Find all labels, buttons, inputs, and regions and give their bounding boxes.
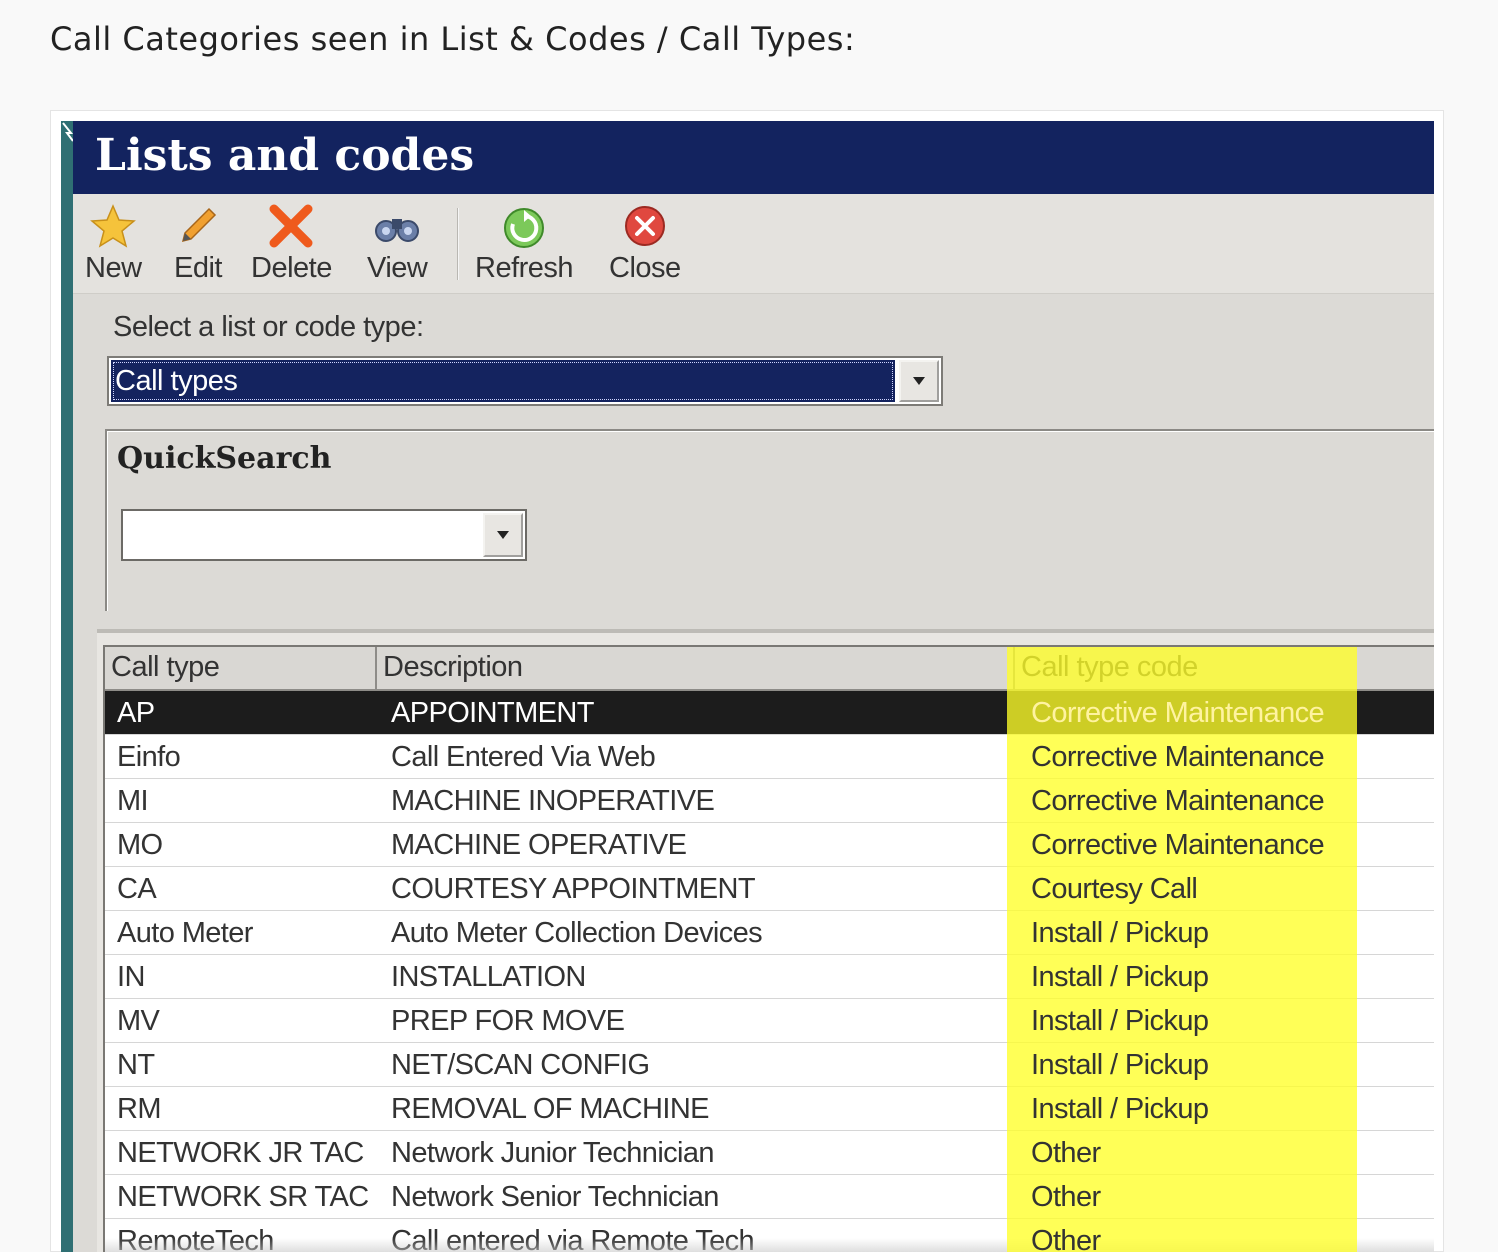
pencil-icon xyxy=(173,202,223,250)
new-button[interactable]: New xyxy=(85,202,142,288)
cell-call-type: NETWORK SR TAC xyxy=(117,1181,369,1213)
window-left-edge xyxy=(61,121,73,1252)
bottom-fade xyxy=(105,1238,1434,1252)
lists-and-codes-window: Lists and codes New Edit Delete View Ref… xyxy=(61,121,1434,1252)
cell-call-type-code: Other xyxy=(1031,1181,1101,1213)
table-row[interactable]: IN INSTALLATION Install / Pickup xyxy=(105,955,1434,999)
close-button[interactable]: Close xyxy=(609,202,681,288)
edit-button-label: Edit xyxy=(174,252,222,284)
refresh-button-label: Refresh xyxy=(475,252,574,284)
cell-call-type-code: Install / Pickup xyxy=(1031,1049,1209,1081)
cell-call-type-code: Corrective Maintenance xyxy=(1031,829,1325,861)
grid-header: Call type Description Call type code xyxy=(105,647,1434,691)
dropdown-arrow-button[interactable] xyxy=(899,360,939,402)
cell-call-type: NETWORK JR TAC xyxy=(117,1137,364,1169)
select-list-label: Select a list or code type: xyxy=(113,311,424,343)
table-row[interactable]: NT NET/SCAN CONFIG Install / Pickup xyxy=(105,1043,1434,1087)
cell-description: PREP FOR MOVE xyxy=(391,1005,625,1037)
cell-call-type: MV xyxy=(117,1005,160,1037)
table-row[interactable]: MI MACHINE INOPERATIVE Corrective Maintena… xyxy=(105,779,1434,823)
table-row[interactable]: Auto Meter Auto Meter Collection Devices I… xyxy=(105,911,1434,955)
cell-call-type: AP xyxy=(117,697,155,729)
chevron-down-icon xyxy=(913,377,925,385)
delete-button-label: Delete xyxy=(251,252,332,284)
cell-call-type: NT xyxy=(117,1049,155,1081)
table-row[interactable]: MV PREP FOR MOVE Install / Pickup xyxy=(105,999,1434,1043)
cell-call-type-code: Install / Pickup xyxy=(1031,961,1209,993)
list-type-value: Call types xyxy=(111,360,895,402)
cell-call-type-code: Other xyxy=(1031,1137,1101,1169)
cell-call-type: CA xyxy=(117,873,157,905)
table-row[interactable]: NETWORK SR TAC Network Senior Technician O… xyxy=(105,1175,1434,1219)
cell-description: MACHINE INOPERATIVE xyxy=(391,785,715,817)
grid-rows: AP APPOINTMENT Corrective Maintenance Einfo… xyxy=(105,691,1434,1252)
quicksearch-dropdown-button[interactable] xyxy=(483,513,523,557)
table-row[interactable]: NETWORK JR TAC Network Junior Technician O… xyxy=(105,1131,1434,1175)
quicksearch-panel: QuickSearch xyxy=(105,429,1434,611)
table-row[interactable]: MO MACHINE OPERATIVE Corrective Maintenanc… xyxy=(105,823,1434,867)
cell-description: NET/SCAN CONFIG xyxy=(391,1049,650,1081)
quicksearch-input[interactable] xyxy=(121,509,527,561)
delete-button[interactable]: Delete xyxy=(251,202,332,288)
column-header-description[interactable]: Description xyxy=(377,647,1015,689)
cell-call-type-code: Install / Pickup xyxy=(1031,1005,1209,1037)
cell-call-type-code: Courtesy Call xyxy=(1031,873,1198,905)
cell-call-type: MO xyxy=(117,829,163,861)
refresh-icon xyxy=(499,202,549,250)
cell-call-type-code: Other xyxy=(1031,1225,1101,1252)
binoculars-icon xyxy=(372,202,422,250)
cell-call-type: Auto Meter xyxy=(117,917,253,949)
cell-description: COURTESY APPOINTMENT xyxy=(391,873,756,905)
refresh-button[interactable]: Refresh xyxy=(475,202,574,288)
cell-description: Call Entered Via Web xyxy=(391,741,656,773)
star-icon xyxy=(88,202,138,250)
list-type-dropdown[interactable]: Call types xyxy=(107,356,943,406)
table-row[interactable]: RM REMOVAL OF MACHINE Install / Pickup xyxy=(105,1087,1434,1131)
toolbar: New Edit Delete View Refresh Close xyxy=(73,194,1434,294)
window-title: Lists and codes xyxy=(73,121,1434,194)
cell-description: REMOVAL OF MACHINE xyxy=(391,1093,710,1125)
new-button-label: New xyxy=(85,252,142,284)
cell-description: MACHINE OPERATIVE xyxy=(391,829,687,861)
edit-button[interactable]: Edit xyxy=(173,202,223,288)
quicksearch-title: QuickSearch xyxy=(117,441,332,476)
cell-call-type-code: Corrective Maintenance xyxy=(1031,697,1325,729)
cell-call-type: RM xyxy=(117,1093,162,1125)
x-delete-icon xyxy=(266,202,316,250)
view-button-label: View xyxy=(367,252,428,284)
view-button[interactable]: View xyxy=(367,202,428,288)
column-header-call-type-code[interactable]: Call type code xyxy=(1015,647,1434,689)
cell-call-type: MI xyxy=(117,785,149,817)
cell-description: Network Junior Technician xyxy=(391,1137,715,1169)
chevron-down-icon xyxy=(497,531,509,539)
cell-call-type-code: Corrective Maintenance xyxy=(1031,741,1325,773)
table-row[interactable]: AP APPOINTMENT Corrective Maintenance xyxy=(105,691,1434,735)
cell-call-type: Einfo xyxy=(117,741,181,773)
cell-call-type-code: Install / Pickup xyxy=(1031,917,1209,949)
close-circle-icon xyxy=(620,202,670,250)
page-caption: Call Categories seen in List & Codes / C… xyxy=(50,20,856,58)
cell-call-type-code: Corrective Maintenance xyxy=(1031,785,1325,817)
column-header-call-type[interactable]: Call type xyxy=(105,647,377,689)
cell-description: APPOINTMENT xyxy=(391,697,594,729)
cell-call-type-code: Install / Pickup xyxy=(1031,1093,1209,1125)
cell-call-type: IN xyxy=(117,961,145,993)
table-row[interactable]: Einfo Call Entered Via Web Corrective Main… xyxy=(105,735,1434,779)
cell-description: Network Senior Technician xyxy=(391,1181,719,1213)
toolbar-separator xyxy=(457,208,459,280)
call-types-grid: Call type Description Call type code AP A… xyxy=(103,645,1434,1252)
cell-description: Auto Meter Collection Devices xyxy=(391,917,763,949)
grid-container: Call type Description Call type code AP A… xyxy=(97,629,1434,1252)
close-button-label: Close xyxy=(609,252,681,284)
table-row[interactable]: CA COURTESY APPOINTMENT Courtesy Call xyxy=(105,867,1434,911)
cell-description: INSTALLATION xyxy=(391,961,586,993)
